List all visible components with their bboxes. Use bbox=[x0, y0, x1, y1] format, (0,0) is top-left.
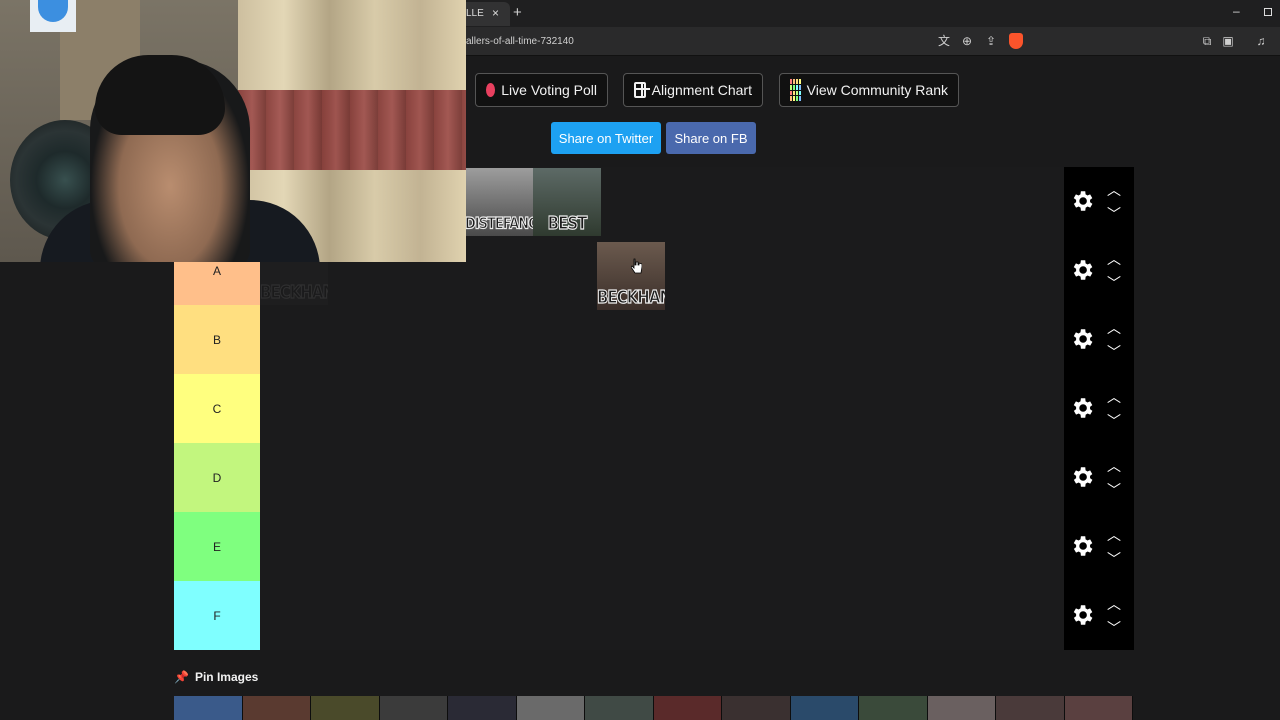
view-community-rank-button[interactable]: View Community Rank bbox=[779, 73, 959, 107]
tier-label[interactable]: D bbox=[174, 443, 260, 512]
move-down-icon[interactable]: ﹀ bbox=[1104, 345, 1124, 359]
tier-item[interactable]: DISTEFANO bbox=[465, 168, 533, 236]
tier-controls: ︿ ﹀ bbox=[1064, 167, 1134, 236]
record-dot-icon bbox=[486, 83, 496, 97]
tier-controls: ︿ ﹀ bbox=[1064, 512, 1134, 581]
tier-items-area[interactable] bbox=[260, 443, 1064, 512]
browser-tab[interactable]: LLE × bbox=[460, 2, 510, 26]
tier-row: E ︿ ﹀ bbox=[174, 512, 1134, 581]
tier-controls: ︿ ﹀ bbox=[1064, 374, 1134, 443]
pool-thumbnail[interactable] bbox=[927, 696, 996, 720]
move-down-icon[interactable]: ﹀ bbox=[1104, 276, 1124, 290]
pool-thumbnail[interactable] bbox=[448, 696, 517, 720]
pool-thumbnail[interactable] bbox=[859, 696, 928, 720]
player-name: DISTEFANO bbox=[465, 215, 533, 234]
pin-images-label: Pin Images bbox=[194, 670, 259, 684]
translate-icon[interactable]: 文 bbox=[936, 33, 952, 49]
table-grid-icon bbox=[634, 82, 650, 98]
pool-thumbnail[interactable] bbox=[722, 696, 791, 720]
move-up-icon[interactable]: ︿ bbox=[1104, 528, 1124, 542]
gear-icon[interactable] bbox=[1069, 602, 1095, 628]
move-up-icon[interactable]: ︿ bbox=[1104, 597, 1124, 611]
tier-items-area[interactable] bbox=[260, 512, 1064, 581]
tier-controls: ︿ ﹀ bbox=[1064, 305, 1134, 374]
gear-icon[interactable] bbox=[1069, 188, 1095, 214]
tier-row: F ︿ ﹀ bbox=[174, 581, 1134, 650]
sidebar-icon[interactable]: ▣ bbox=[1220, 33, 1236, 49]
tier-row: D ︿ ﹀ bbox=[174, 443, 1134, 512]
alignment-chart-button[interactable]: Alignment Chart bbox=[623, 73, 763, 107]
hand-cursor-icon bbox=[631, 258, 642, 274]
alignment-chart-label: Alignment Chart bbox=[651, 82, 752, 98]
tier-row: B ︿ ﹀ bbox=[174, 305, 1134, 374]
player-name: BECKHAM bbox=[260, 281, 328, 304]
move-up-icon[interactable]: ︿ bbox=[1104, 459, 1124, 473]
window-minimize-icon[interactable]: – bbox=[1233, 4, 1240, 18]
webcam-curtain-pattern bbox=[238, 90, 466, 170]
tier-item[interactable]: BEST bbox=[533, 168, 601, 236]
pool-thumbnail[interactable] bbox=[516, 696, 585, 720]
pool-thumbnail[interactable] bbox=[311, 696, 380, 720]
tab-close-icon[interactable]: × bbox=[492, 6, 499, 20]
tier-items-area[interactable] bbox=[260, 581, 1064, 650]
tier-items-area[interactable] bbox=[260, 305, 1064, 374]
pool-thumbnail[interactable] bbox=[242, 696, 311, 720]
move-up-icon[interactable]: ︿ bbox=[1104, 252, 1124, 266]
gear-icon[interactable] bbox=[1069, 533, 1095, 559]
player-name: BECKHAM bbox=[597, 286, 665, 309]
share-page-icon[interactable]: ⇪ bbox=[983, 33, 999, 49]
pool-thumbnail[interactable] bbox=[379, 696, 448, 720]
tier-label[interactable]: B bbox=[174, 305, 260, 374]
new-tab-icon[interactable]: + bbox=[513, 4, 522, 21]
move-down-icon[interactable]: ﹀ bbox=[1104, 621, 1124, 635]
tier-mosaic-icon bbox=[790, 79, 801, 101]
pin-icon: 📌 bbox=[174, 670, 189, 684]
tier-row: C ︿ ﹀ bbox=[174, 374, 1134, 443]
url-field[interactable]: allers-of-all-time-732140 bbox=[466, 36, 574, 47]
tier-label[interactable]: C bbox=[174, 374, 260, 443]
move-up-icon[interactable]: ︿ bbox=[1104, 183, 1124, 197]
live-voting-poll-label: Live Voting Poll bbox=[501, 82, 597, 98]
zoom-icon[interactable]: ⊕ bbox=[959, 33, 975, 49]
pool-thumbnail[interactable] bbox=[790, 696, 859, 720]
extensions-icon[interactable]: ⧉ bbox=[1199, 33, 1215, 49]
tier-controls: ︿ ﹀ bbox=[1064, 236, 1134, 305]
move-down-icon[interactable]: ﹀ bbox=[1104, 483, 1124, 497]
window-maximize-icon[interactable] bbox=[1264, 8, 1272, 16]
tier-label[interactable]: E bbox=[174, 512, 260, 581]
gear-icon[interactable] bbox=[1069, 464, 1095, 490]
move-down-icon[interactable]: ﹀ bbox=[1104, 207, 1124, 221]
move-down-icon[interactable]: ﹀ bbox=[1104, 414, 1124, 428]
live-voting-poll-button[interactable]: Live Voting Poll bbox=[475, 73, 608, 107]
share-facebook-button[interactable]: Share on FB bbox=[666, 122, 756, 154]
move-down-icon[interactable]: ﹀ bbox=[1104, 552, 1124, 566]
media-icon[interactable]: ♫ bbox=[1253, 33, 1269, 49]
share-twitter-button[interactable]: Share on Twitter bbox=[551, 122, 661, 154]
pool-thumbnail[interactable] bbox=[996, 696, 1065, 720]
webcam-overlay bbox=[0, 0, 466, 262]
view-community-rank-label: View Community Rank bbox=[806, 82, 948, 98]
brave-shield-icon[interactable] bbox=[1009, 33, 1023, 49]
tier-controls: ︿ ﹀ bbox=[1064, 443, 1134, 512]
dragging-item[interactable]: BECKHAM bbox=[597, 242, 665, 310]
move-up-icon[interactable]: ︿ bbox=[1104, 390, 1124, 404]
gear-icon[interactable] bbox=[1069, 257, 1095, 283]
tier-items-area[interactable] bbox=[260, 374, 1064, 443]
tier-controls: ︿ ﹀ bbox=[1064, 581, 1134, 650]
pool-thumbnail[interactable] bbox=[1064, 696, 1133, 720]
webcam-person-hair bbox=[95, 55, 225, 135]
pin-images-header[interactable]: 📌 Pin Images bbox=[174, 670, 258, 684]
pool-thumbnail[interactable] bbox=[174, 696, 243, 720]
tab-title: LLE bbox=[466, 8, 484, 19]
image-pool bbox=[174, 696, 1134, 720]
pool-thumbnail[interactable] bbox=[653, 696, 722, 720]
screen: LLE × + – allers-of-all-time-732140 文 ⊕ … bbox=[0, 0, 1280, 720]
pool-thumbnail[interactable] bbox=[585, 696, 654, 720]
move-up-icon[interactable]: ︿ bbox=[1104, 321, 1124, 335]
gear-icon[interactable] bbox=[1069, 326, 1095, 352]
player-name: BEST bbox=[547, 212, 588, 235]
gear-icon[interactable] bbox=[1069, 395, 1095, 421]
tier-label[interactable]: F bbox=[174, 581, 260, 650]
